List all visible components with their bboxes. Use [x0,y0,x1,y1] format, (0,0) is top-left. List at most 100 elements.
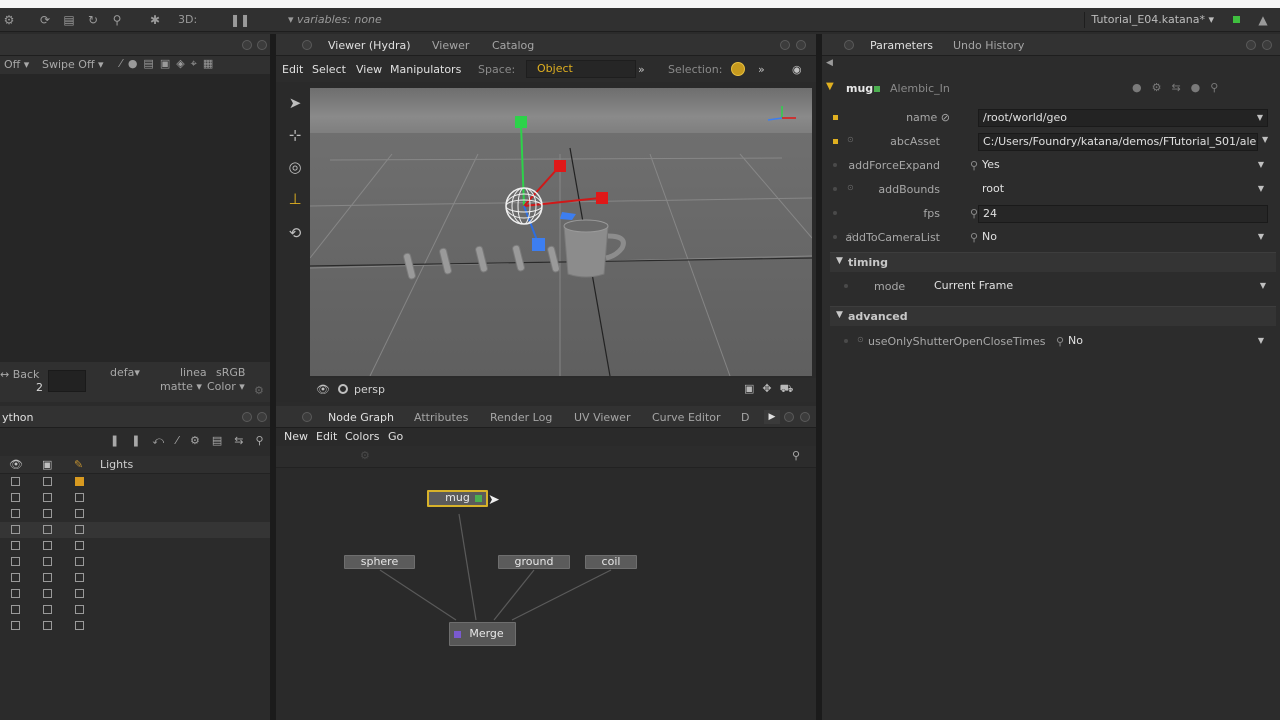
param-field-addbounds[interactable]: root ▼ [978,181,1268,199]
param-field-abcasset[interactable]: C:/Users/Foundry/katana/demos/FTutorial_… [978,133,1258,151]
checkbox[interactable] [43,589,52,598]
bug-icon[interactable]: ✱ [148,13,162,27]
camera-dropdown[interactable]: persp [354,383,385,396]
link-icon[interactable]: ⚲ [970,159,978,172]
eye-settings-icon[interactable]: ◉ [792,60,802,80]
node-header-icons[interactable]: ●⚙⇆●⚲ [1132,81,1228,94]
more-icon[interactable]: » [638,60,645,80]
node-sphere[interactable]: sphere [344,555,415,569]
tab-python[interactable]: ython [0,409,40,427]
collapse-icon[interactable]: ▼ [826,81,834,92]
tab-d[interactable]: D [735,409,755,427]
params-close-icon[interactable] [1262,40,1272,50]
linear-dropdown[interactable]: linea [180,366,207,379]
checkbox[interactable] [11,509,20,518]
preview-render-icon[interactable]: ↻ [86,13,100,27]
node-merge[interactable]: Merge [449,622,516,646]
srgb-dropdown[interactable]: sRGB [216,366,245,379]
panel-pin-icon[interactable] [242,40,252,50]
pause-icon[interactable]: ❚❚ [230,13,250,27]
checkbox[interactable] [43,493,52,502]
ng-search-icon[interactable]: ⚲ [792,449,800,462]
off-dropdown[interactable]: Off ▾ [4,58,29,71]
checkbox[interactable] [75,509,84,518]
checkbox[interactable] [11,589,20,598]
viewer-float-icon[interactable] [780,40,790,50]
section-timing[interactable]: ▼ timing [830,252,1276,272]
checkbox[interactable] [75,557,84,566]
ng-menu-go[interactable]: Go [388,427,403,447]
nodegraph-close-icon[interactable] [800,412,810,422]
tab-node-graph[interactable]: Node Graph [322,409,400,427]
params-pin-icon[interactable] [844,40,854,50]
checkbox[interactable] [11,621,20,630]
camera-tool-icon[interactable]: ⟲ [284,222,306,244]
tab-viewer[interactable]: Viewer [426,37,475,55]
tab-curve-editor[interactable]: Curve Editor [646,409,727,427]
checkbox[interactable] [75,621,84,630]
ng-settings-icon[interactable]: ⚙ [360,449,370,462]
ng-menu-new[interactable]: New [284,427,308,447]
param-field-addforceexpand[interactable]: Yes ▼ [978,157,1268,175]
menu-manipulators[interactable]: Manipulators [390,60,461,80]
checkbox[interactable] [11,541,20,550]
nodegraph-float-icon[interactable] [784,412,794,422]
checkbox[interactable] [11,557,20,566]
tab-viewer-hydra[interactable]: Viewer (Hydra) [322,37,417,55]
render-icon[interactable]: ▤ [62,13,76,27]
project-dropdown[interactable]: Tutorial_E04.katana* ▾ [1084,12,1220,28]
node-ground[interactable]: ground [498,555,570,569]
variables-dropdown[interactable]: ▾ variables: none [288,13,382,26]
menu-view[interactable]: View [356,60,382,80]
refresh-icon[interactable]: ⟳ [38,13,52,27]
select-tool-icon[interactable]: ➤ [284,92,306,114]
swipe-dropdown[interactable]: Swipe Off ▾ [42,58,104,71]
selection-more-icon[interactable]: » [758,60,765,80]
tab-catalog[interactable]: Catalog [486,37,540,55]
checkbox[interactable] [75,525,84,534]
render-column-icon[interactable]: ▣ [42,458,52,471]
monitor-tool-icons[interactable]: ⁄●▤▣◈⌖▦ [120,57,219,71]
visibility-eye-icon[interactable]: 👁 [316,383,330,396]
checkbox[interactable] [43,557,52,566]
checkbox[interactable] [75,493,84,502]
checkbox[interactable] [75,541,84,550]
rotate-tool-icon[interactable]: ◎ [284,156,306,178]
menu-edit[interactable]: Edit [282,60,303,80]
checkbox[interactable] [11,493,20,502]
checkbox[interactable] [75,573,84,582]
space-dropdown[interactable]: Object [526,60,636,78]
viewer-close-icon[interactable] [796,40,806,50]
node-coil[interactable]: coil [585,555,637,569]
settings-icon[interactable]: ⚙ [254,384,264,397]
param-field-fps[interactable]: 24 [978,205,1268,223]
translate-tool-icon[interactable]: ⊹ [284,124,306,146]
expression-icon[interactable]: ⊙ [847,183,854,192]
link-icon[interactable]: ⚲ [970,207,978,220]
color-dropdown[interactable]: Color ▾ [207,380,245,393]
defa-dropdown[interactable]: defa▾ [110,366,140,379]
python-close-icon[interactable] [257,412,267,422]
expand-icon[interactable]: ▲ [1256,13,1270,27]
checkbox[interactable] [75,605,84,614]
node-mug[interactable]: mug [427,490,488,507]
checkbox[interactable] [11,573,20,582]
tab-render-log[interactable]: Render Log [484,409,558,427]
tab-scroll-right-icon[interactable]: ▶ [764,410,780,424]
tab-uv-viewer[interactable]: UV Viewer [568,409,636,427]
param-field-addtocameralist[interactable]: No ▼ [978,229,1268,247]
abcasset-dropdown-icon[interactable]: ▼ [1262,135,1268,144]
lights-column-icon[interactable]: ✎ [74,458,83,471]
matte-dropdown[interactable]: matte ▾ [160,380,202,393]
checkbox[interactable] [11,477,20,486]
checkbox[interactable] [75,589,84,598]
checkbox[interactable] [11,525,20,534]
selection-mode-icon[interactable] [731,62,745,76]
link-icon[interactable]: ⚲ [1056,335,1064,348]
scale-tool-icon[interactable]: ⊥ [284,188,306,210]
nodegraph-pin-icon[interactable] [302,412,312,422]
viewer-pin-icon[interactable] [302,40,312,50]
params-back-icon[interactable]: ◀ [826,58,833,68]
python-toolbar-icons[interactable]: ❚❚⤺⁄⚙▤⇆⚲ [110,434,276,448]
ng-menu-edit[interactable]: Edit [316,427,337,447]
